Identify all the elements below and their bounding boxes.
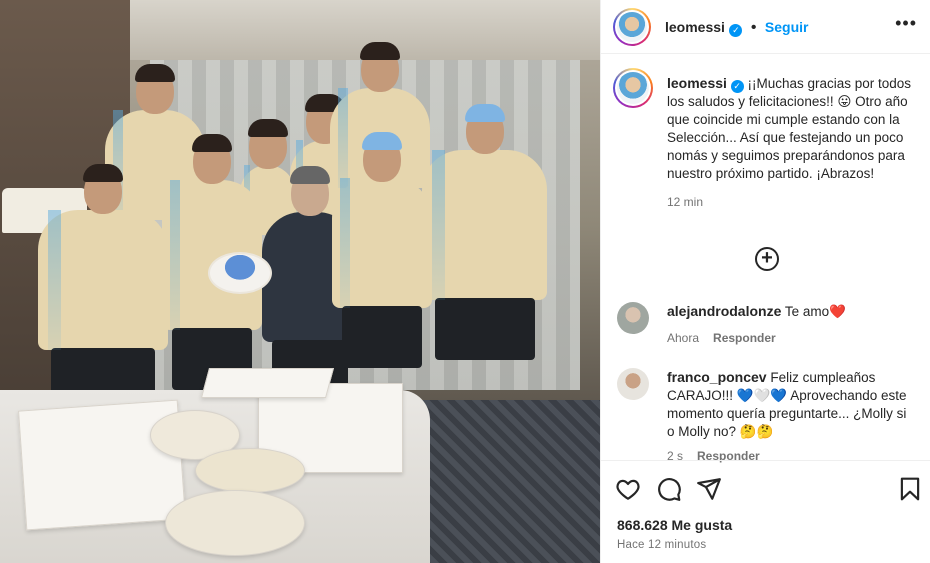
comment-username[interactable]: alejandrodalonze [667, 303, 781, 319]
comment-username[interactable]: franco_poncev [667, 369, 767, 385]
post-header: leomessi ✓ • Seguir ••• [601, 0, 930, 54]
reply-button[interactable]: Responder [713, 331, 776, 345]
photo-tray [195, 448, 305, 493]
photo-player [332, 132, 432, 368]
post-time: Hace 12 minutos [617, 539, 707, 551]
caption-username[interactable]: leomessi [667, 75, 727, 91]
caption-text: ¡¡Muchas gracias por todos los saludos y… [667, 76, 912, 181]
avatar [617, 12, 647, 42]
avatar[interactable] [617, 368, 649, 400]
post-caption: leomessi ✓ ¡¡Muchas gracias por todos lo… [667, 74, 917, 211]
verified-badge-icon: ✓ [729, 24, 743, 37]
likes-count[interactable]: 868.628 Me gusta [617, 517, 732, 533]
photo-tray [165, 490, 305, 556]
header-user-line: leomessi ✓ • Seguir [665, 19, 808, 37]
verified-badge-icon: ✓ [730, 80, 744, 93]
more-options-icon[interactable]: ••• [895, 14, 917, 32]
caption-time: 12 min [667, 195, 704, 209]
story-ring[interactable] [613, 8, 651, 46]
caption-avatar-ring[interactable] [613, 68, 653, 108]
post-actions: 868.628 Me gusta Hace 12 minutos [601, 460, 930, 563]
photo-player [422, 104, 547, 360]
heart-icon[interactable] [615, 476, 641, 502]
avatar [617, 72, 649, 104]
post-photo[interactable] [0, 0, 600, 563]
follow-button[interactable]: Seguir [765, 19, 809, 35]
comment-time: Ahora [667, 331, 700, 345]
header-username[interactable]: leomessi [665, 19, 725, 35]
bookmark-icon[interactable] [897, 476, 923, 502]
photo-box-lid [200, 368, 335, 398]
photo-birthday-cake [208, 252, 272, 294]
plus-circle-icon[interactable]: + [755, 247, 779, 271]
comment-meta: Ahora Responder [667, 329, 917, 347]
separator-dot: • [750, 19, 757, 36]
comment-text: Te amo❤️ [784, 304, 846, 319]
post-side-panel: leomessi ✓ • Seguir ••• leomessi ✓ ¡¡Muc… [600, 0, 930, 563]
avatar[interactable] [617, 302, 649, 334]
comment-icon[interactable] [656, 476, 682, 502]
photo-player [38, 164, 168, 410]
share-icon[interactable] [696, 476, 722, 502]
